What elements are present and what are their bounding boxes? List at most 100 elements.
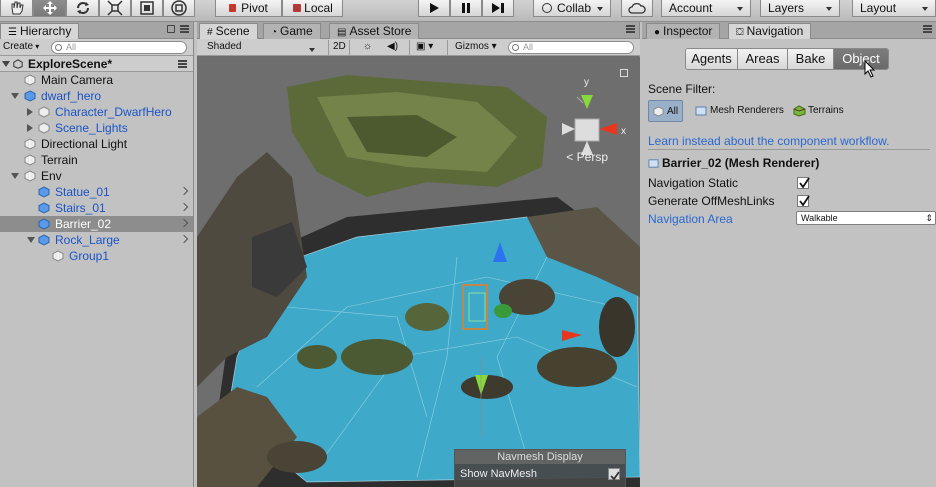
tree-row-main-camera[interactable]: Main Camera xyxy=(0,72,193,88)
show-navmesh-row[interactable]: Show NavMesh xyxy=(455,464,625,482)
local-toggle[interactable]: Local xyxy=(282,0,343,17)
scene-viewport[interactable]: y x < Persp Navmesh Display Show NavMesh xyxy=(197,57,640,487)
lighting-toggle-icon[interactable]: ☼ xyxy=(363,41,372,54)
tab-navigation-label: Navigation xyxy=(746,24,804,38)
gameobject-cube-icon xyxy=(24,170,36,182)
tab-inspector[interactable]: ● Inspector xyxy=(646,23,721,39)
pause-button[interactable] xyxy=(450,0,482,17)
play-button[interactable] xyxy=(418,0,450,17)
filter-all-button[interactable]: All xyxy=(648,100,684,122)
toggle-2d-button[interactable]: 2D xyxy=(333,41,346,54)
separator xyxy=(328,40,329,55)
expand-arrow-icon[interactable] xyxy=(11,173,19,179)
expand-arrow-icon[interactable] xyxy=(27,108,33,116)
tree-row-env[interactable]: Env xyxy=(0,168,193,184)
mouse-cursor-icon xyxy=(864,60,876,78)
show-navmesh-checkbox[interactable] xyxy=(608,468,620,481)
segment-agents[interactable]: Agents xyxy=(686,49,738,69)
segment-bake[interactable]: Bake xyxy=(788,49,834,69)
chevron-right-icon[interactable] xyxy=(179,218,189,228)
tab-hierarchy[interactable]: ☰ Hierarchy xyxy=(0,23,80,39)
scene-root-row[interactable]: ExploreScene* xyxy=(0,56,193,72)
chevron-right-icon[interactable] xyxy=(179,202,189,212)
chevron-right-icon[interactable] xyxy=(179,186,189,196)
account-dropdown[interactable]: Account xyxy=(661,0,751,17)
tree-row-label: dwarf_hero xyxy=(41,89,102,103)
tree-row-dwarf-hero[interactable]: dwarf_hero xyxy=(0,88,193,104)
pivot-toggle[interactable]: Pivot xyxy=(215,0,282,17)
filter-mesh-renderers-button[interactable]: Mesh Renderers xyxy=(692,100,788,122)
scene-search-input[interactable]: All xyxy=(508,41,634,54)
terrain-icon xyxy=(793,105,806,117)
tab-inspector-label: Inspector xyxy=(663,24,713,38)
scene-name: ExploreScene* xyxy=(28,57,113,71)
step-button[interactable] xyxy=(482,0,514,17)
effects-toggle-icon[interactable]: ▣ ▾ xyxy=(416,41,433,54)
mesh-renderer-icon xyxy=(648,159,659,168)
tree-row-statue-01[interactable]: Statue_01 xyxy=(0,184,193,200)
search-icon xyxy=(55,44,62,51)
tree-row-stairs-01[interactable]: Stairs_01 xyxy=(0,200,193,216)
collab-label: Collab xyxy=(557,1,592,15)
checkmark-icon xyxy=(799,195,810,207)
rotate-icon xyxy=(76,2,89,14)
navmesh-display-panel: Navmesh Display Show NavMesh xyxy=(454,449,626,487)
scene-menu-icon[interactable] xyxy=(178,60,187,69)
expand-arrow-icon[interactable] xyxy=(27,124,33,132)
component-workflow-link[interactable]: Learn instead about the component workfl… xyxy=(648,134,930,150)
filter-terrains-button[interactable]: Terrains xyxy=(790,100,848,122)
pause-icon xyxy=(462,3,470,13)
segment-object[interactable]: Object xyxy=(834,49,888,69)
layers-dropdown[interactable]: Layers xyxy=(760,0,840,17)
tree-row-rock-large[interactable]: Rock_Large xyxy=(0,232,193,248)
create-dropdown[interactable]: Create xyxy=(3,41,39,53)
shading-mode-dropdown[interactable]: Shaded xyxy=(207,41,322,54)
lock-icon[interactable] xyxy=(167,25,175,33)
hand-tool-button[interactable] xyxy=(0,0,33,17)
chevron-right-icon[interactable] xyxy=(179,234,189,244)
tab-asset-store[interactable]: ▤ Asset Store xyxy=(329,23,420,39)
perspective-label[interactable]: < Persp xyxy=(566,150,608,164)
lock-icon[interactable] xyxy=(620,69,628,77)
expand-arrow-icon[interactable] xyxy=(11,93,19,99)
panel-menu-icon[interactable] xyxy=(180,25,189,34)
expand-arrow-icon[interactable] xyxy=(27,237,35,243)
navigation-panel-menu-icon[interactable] xyxy=(923,25,932,34)
transform-tool-icon xyxy=(171,0,187,16)
move-arrows-icon xyxy=(42,1,57,15)
tree-row-label: Group1 xyxy=(69,249,110,263)
main-toolbar: Pivot Local Collab Account Layers Layout xyxy=(0,0,936,22)
scene-panel-menu-icon[interactable] xyxy=(626,25,635,34)
audio-toggle-icon[interactable]: ◀) xyxy=(387,41,398,54)
move-tool-button[interactable] xyxy=(33,0,66,17)
navigation-static-checkbox[interactable] xyxy=(797,177,810,189)
navigation-area-select[interactable]: Walkable xyxy=(796,211,936,225)
scale-tool-button[interactable] xyxy=(99,0,131,17)
segment-areas[interactable]: Areas xyxy=(738,49,788,69)
collab-dropdown[interactable]: Collab xyxy=(533,0,611,17)
cloud-button[interactable] xyxy=(621,0,653,17)
step-icon xyxy=(492,3,504,13)
tab-game[interactable]: ◔ Game xyxy=(263,23,321,39)
rotate-tool-button[interactable] xyxy=(66,0,99,17)
hierarchy-search-input[interactable]: All xyxy=(51,41,187,54)
tree-row-group1[interactable]: Group1 xyxy=(0,248,193,264)
layers-label: Layers xyxy=(768,1,805,15)
tab-navigation[interactable]: ⛋ Navigation xyxy=(728,23,812,39)
layout-dropdown[interactable]: Layout xyxy=(852,0,936,17)
gizmo-axis-x-label: x xyxy=(621,126,626,137)
shading-mode-label: Shaded xyxy=(207,41,242,52)
tree-row-scene-lights[interactable]: Scene_Lights xyxy=(0,120,193,136)
checkmark-icon xyxy=(799,177,810,189)
tab-scene[interactable]: # Scene xyxy=(199,23,258,39)
gizmos-dropdown[interactable]: Gizmos ▾ xyxy=(455,41,497,54)
tree-row-character-dwarfhero[interactable]: Character_DwarfHero xyxy=(0,104,193,120)
rect-tool-button[interactable] xyxy=(131,0,163,17)
expand-arrow-icon[interactable] xyxy=(2,61,10,67)
scale-icon xyxy=(107,0,123,16)
tree-row-barrier-02[interactable]: Barrier_02 xyxy=(0,216,193,232)
transform-tool-button[interactable] xyxy=(163,0,195,17)
tree-row-terrain[interactable]: Terrain xyxy=(0,152,193,168)
generate-offmeshlinks-checkbox[interactable] xyxy=(797,195,810,207)
tree-row-directional-light[interactable]: Directional Light xyxy=(0,136,193,152)
